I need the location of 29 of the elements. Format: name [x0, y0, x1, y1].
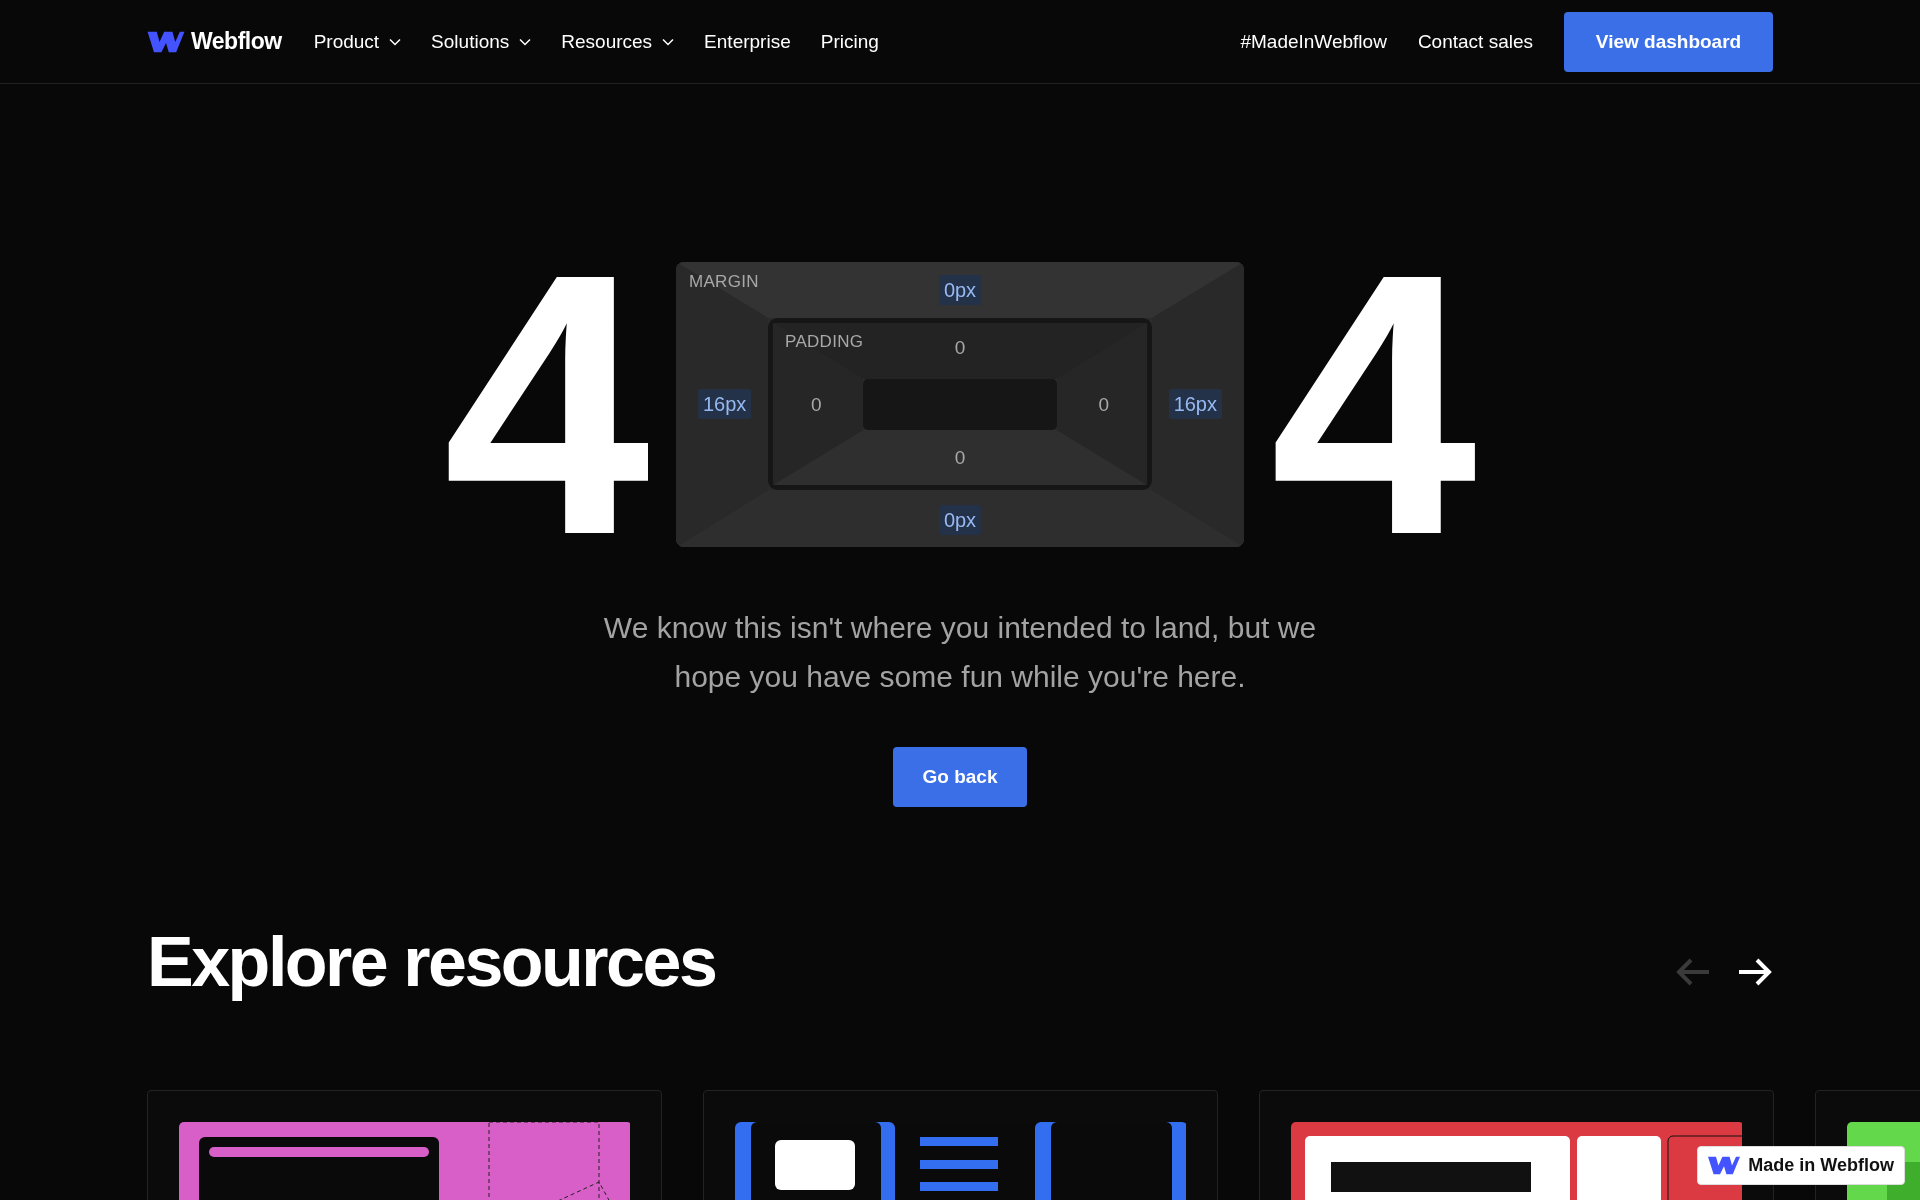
margin-bottom-value[interactable]: 0px — [938, 505, 982, 535]
margin-top-value[interactable]: 0px — [938, 275, 982, 305]
nav-link[interactable]: #MadeInWebflow — [1240, 30, 1387, 53]
margin-right-value[interactable]: 16px — [1168, 389, 1222, 419]
nav-link[interactable]: Pricing — [820, 30, 879, 53]
arrow-right-icon[interactable] — [1737, 957, 1773, 987]
error-message: We know this isn't where you intended to land, but we hope you have some fun while you're here. — [602, 610, 1318, 695]
padding-label: PADDING — [784, 331, 865, 352]
padding-bottom-value[interactable]: 0 — [954, 446, 966, 469]
nav-link[interactable]: Product — [313, 30, 402, 53]
digit: 4 — [443, 262, 650, 547]
nav-link[interactable]: Resources — [561, 30, 675, 53]
padding-top-value[interactable]: 0 — [954, 337, 966, 359]
digit: 4 — [1270, 262, 1477, 547]
nav-link[interactable]: Enterprise — [704, 30, 791, 53]
brand-link[interactable]: Webflow — [191, 28, 282, 55]
logo-icon — [1708, 1155, 1741, 1176]
badge-text: Made in Webflow — [1748, 1155, 1894, 1176]
made-in-webflow-badge[interactable]: Made in Webflow — [1697, 1146, 1905, 1185]
go-back-button[interactable]: Go back — [893, 747, 1027, 807]
margin-left-value[interactable]: 16px — [698, 389, 752, 419]
section-title: Explore resources — [147, 922, 716, 1003]
nav-link[interactable]: Solutions — [431, 30, 532, 53]
margin-label: MARGIN — [688, 271, 760, 292]
logo-icon — [147, 29, 185, 54]
view-dashboard-button[interactable]: View dashboard — [1564, 11, 1773, 72]
nav-link[interactable]: Contact sales — [1417, 30, 1533, 53]
padding-left-value[interactable]: 0 — [811, 393, 822, 416]
padding-right-value[interactable]: 0 — [1098, 393, 1109, 416]
